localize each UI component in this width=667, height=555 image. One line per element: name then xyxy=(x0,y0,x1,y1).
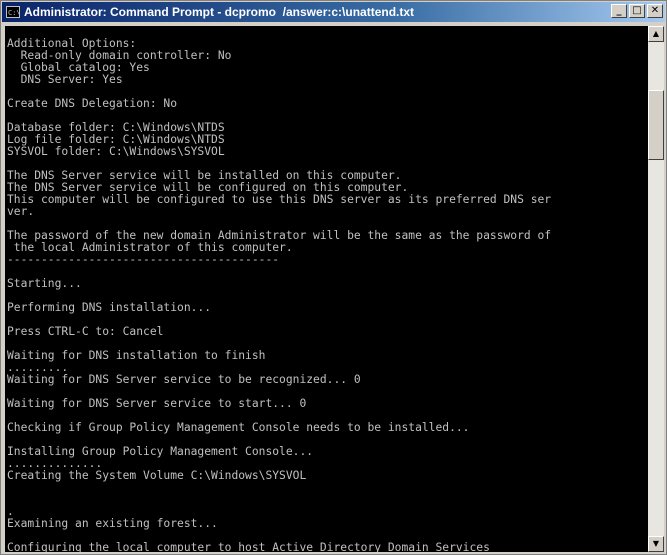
scroll-thumb[interactable] xyxy=(648,90,664,160)
console-text: Additional Options: Read-only domain con… xyxy=(5,26,648,553)
console-line: SYSVOL folder: C:\Windows\SYSVOL xyxy=(7,145,225,158)
minimize-button[interactable]: _ xyxy=(611,4,627,18)
console-output[interactable]: Additional Options: Read-only domain con… xyxy=(5,26,648,552)
vertical-scrollbar[interactable]: ▲ ▼ xyxy=(648,26,664,552)
maximize-button[interactable]: □ xyxy=(629,4,645,18)
console-line: This computer will be configured to use … xyxy=(7,193,552,206)
scroll-down-button[interactable]: ▼ xyxy=(648,536,664,552)
console-line: Waiting for DNS Server service to be rec… xyxy=(7,373,361,386)
console-line: ver. xyxy=(7,205,35,218)
console-line: DNS Server: Yes xyxy=(7,73,123,86)
console-line: Checking if Group Policy Management Cons… xyxy=(7,421,470,434)
window-controls: _ □ ✕ xyxy=(609,4,663,18)
scroll-up-button[interactable]: ▲ xyxy=(648,26,664,42)
console-line: Creating the System Volume C:\Windows\SY… xyxy=(7,469,307,482)
console-line: Configuring the local computer to host A… xyxy=(7,541,490,553)
console-line: Starting... xyxy=(7,277,82,290)
console-line: Create DNS Delegation: No xyxy=(7,97,178,110)
command-prompt-window: C:\ Administrator: Command Prompt - dcpr… xyxy=(0,0,667,555)
command-prompt-icon[interactable]: C:\ xyxy=(6,6,20,18)
console-line: Waiting for DNS Server service to start.… xyxy=(7,397,307,410)
console-line: ---------------------------------------- xyxy=(7,253,280,266)
window-title: Administrator: Command Prompt - dcpromo … xyxy=(24,5,415,19)
console-line: Press CTRL-C to: Cancel xyxy=(7,325,164,338)
console-line: Examining an existing forest... xyxy=(7,517,218,530)
console-line: Performing DNS installation... xyxy=(7,301,212,314)
title-bar[interactable]: C:\ Administrator: Command Prompt - dcpr… xyxy=(2,2,665,22)
close-button[interactable]: ✕ xyxy=(647,4,663,18)
